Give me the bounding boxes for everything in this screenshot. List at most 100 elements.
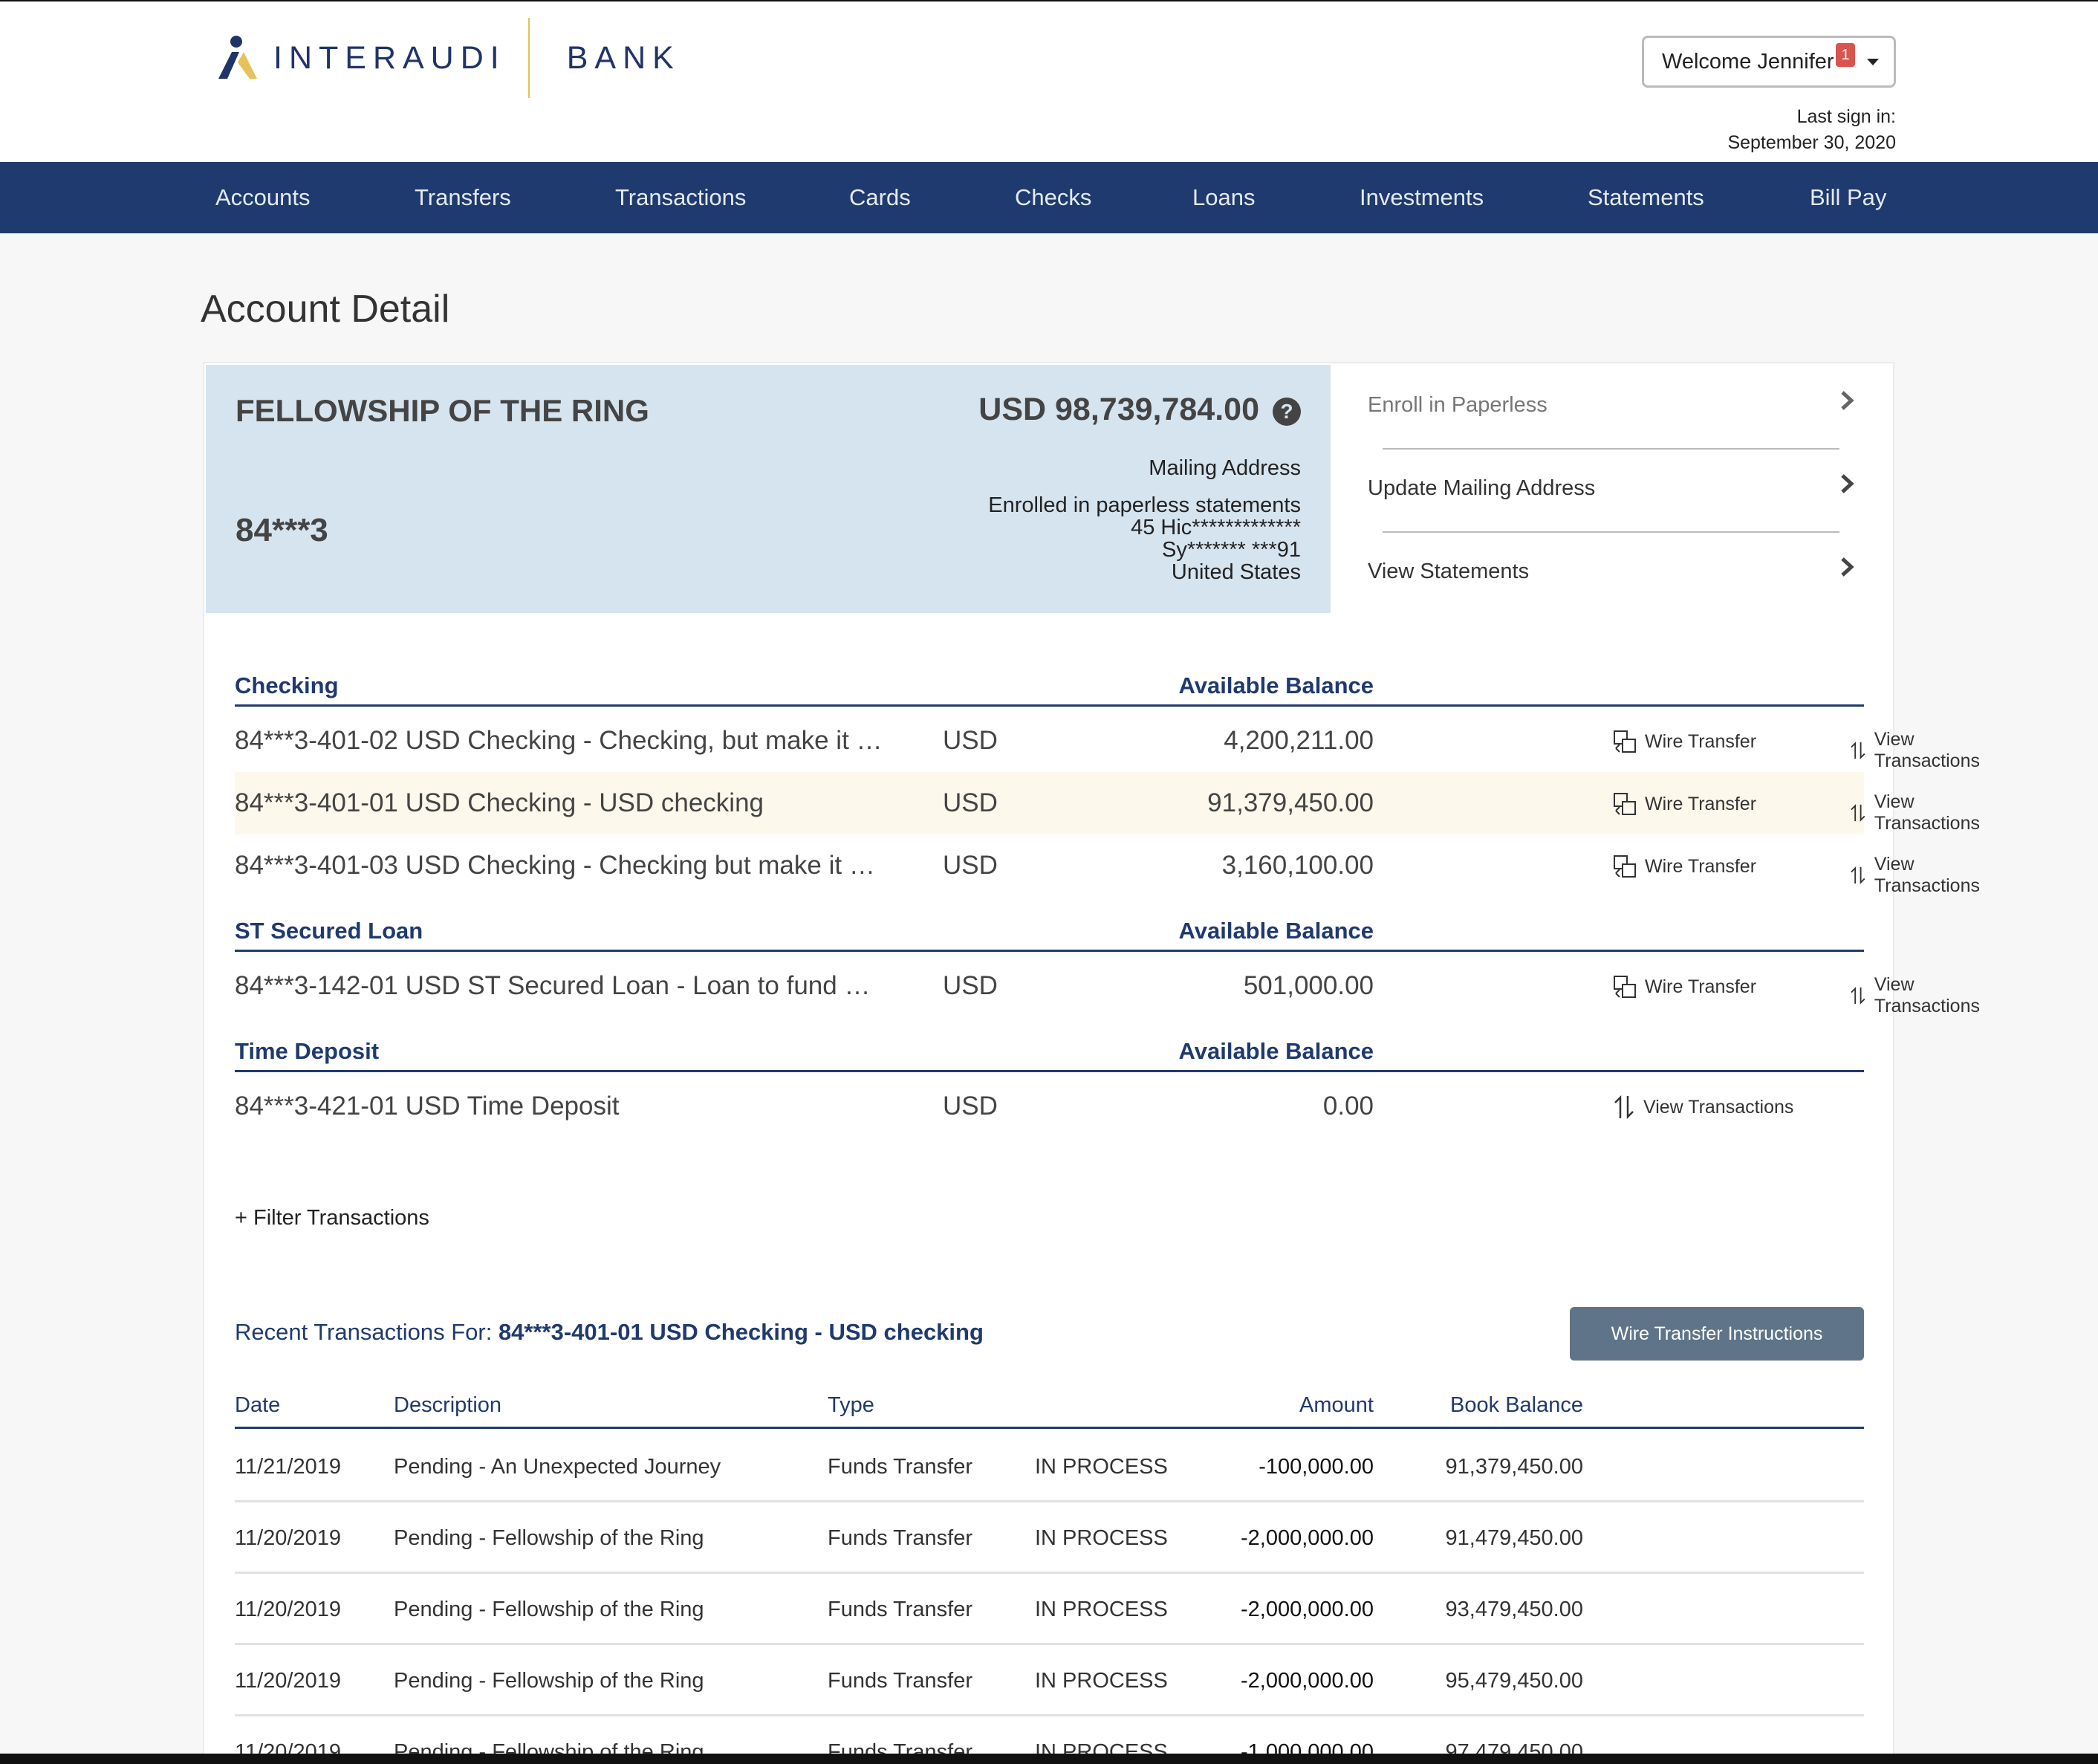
view-transactions-link[interactable]: View Transactions bbox=[1849, 729, 1986, 772]
transfer-arrows-icon bbox=[1851, 866, 1865, 884]
account-row-selected: 84***3-401-01 USD Checking - USD checkin… bbox=[235, 772, 1980, 834]
available-balance-header: Available Balance bbox=[1178, 1038, 1374, 1064]
chevron-right-icon bbox=[1841, 391, 1854, 410]
update-mailing-address-label: Update Mailing Address bbox=[1368, 476, 1596, 500]
account-link[interactable]: 84***3-401-03 USD Checking - Checking bu… bbox=[235, 851, 889, 881]
txn-amount: -100,000.00 bbox=[1259, 1455, 1374, 1479]
view-transactions-label: View Transactions bbox=[1874, 854, 1980, 896]
last-sign-in: Last sign in: September 30, 2020 bbox=[1727, 104, 1896, 156]
txn-description: Pending - An Unexpected Journey bbox=[394, 1455, 721, 1479]
account-row: 84***3-421-01 USD Time Deposit USD 0.00 … bbox=[235, 1075, 1864, 1138]
txn-book-balance: 91,479,450.00 bbox=[1445, 1526, 1583, 1550]
nav-bill-pay[interactable]: Bill Pay bbox=[1810, 162, 1886, 233]
wire-transfer-icon bbox=[1614, 976, 1636, 998]
account-detail-card: FELLOWSHIP OF THE RING 84***3 USD 98,739… bbox=[203, 362, 1980, 1764]
account-amount: 4,200,211.00 bbox=[1224, 726, 1374, 755]
logo-divider bbox=[527, 18, 530, 98]
help-icon[interactable]: ? bbox=[1273, 398, 1301, 426]
header: INTERAUDI BANK Welcome Jennifer 1 Last s… bbox=[0, 1, 2098, 162]
txn-amount: -2,000,000.00 bbox=[1241, 1669, 1374, 1693]
column-header-amount[interactable]: Amount bbox=[1299, 1393, 1374, 1418]
nav-checks[interactable]: Checks bbox=[1015, 162, 1091, 233]
account-row: 84***3-401-03 USD Checking - Checking bu… bbox=[235, 834, 1980, 897]
account-currency: USD bbox=[943, 726, 998, 755]
bank-logo[interactable]: INTERAUDI BANK bbox=[215, 18, 681, 98]
txn-amount: -2,000,000.00 bbox=[1241, 1526, 1374, 1550]
wire-transfer-label: Wire Transfer bbox=[1645, 855, 1757, 877]
recent-transactions-label: Recent Transactions For: bbox=[235, 1319, 498, 1345]
wire-transfer-icon bbox=[1614, 793, 1636, 815]
account-balance: USD 98,739,784.00 bbox=[978, 392, 1259, 427]
wire-transfer-icon bbox=[1614, 730, 1636, 753]
recent-transactions-heading: Recent Transactions For: 84***3-401-01 U… bbox=[235, 1319, 984, 1346]
nav-transfers[interactable]: Transfers bbox=[415, 162, 511, 233]
logo-name: INTERAUDI bbox=[273, 39, 506, 76]
nav-accounts[interactable]: Accounts bbox=[215, 162, 311, 233]
wire-transfer-label: Wire Transfer bbox=[1645, 793, 1757, 814]
txn-description: Pending - Fellowship of the Ring bbox=[394, 1669, 704, 1693]
bottom-border bbox=[0, 1754, 2098, 1764]
chevron-right-icon bbox=[1841, 474, 1854, 493]
txn-date: 11/20/2019 bbox=[235, 1669, 341, 1693]
txn-type: Funds Transfer bbox=[828, 1598, 973, 1621]
account-amount: 501,000.00 bbox=[1243, 971, 1374, 1000]
txn-type: Funds Transfer bbox=[828, 1526, 973, 1550]
user-menu-button[interactable]: Welcome Jennifer 1 bbox=[1642, 36, 1896, 88]
account-link[interactable]: 84***3-401-01 USD Checking - USD checkin… bbox=[235, 788, 889, 818]
column-header-description[interactable]: Description bbox=[394, 1393, 501, 1418]
view-statements-label: View Statements bbox=[1368, 560, 1530, 583]
wire-transfer-link[interactable]: Wire Transfer bbox=[1612, 791, 1756, 817]
transfer-arrows-icon bbox=[1614, 1095, 1634, 1120]
column-header-date[interactable]: Date bbox=[235, 1393, 280, 1418]
view-transactions-link[interactable]: View Transactions bbox=[1849, 791, 1986, 834]
filter-transactions-toggle[interactable]: + Filter Transactions bbox=[235, 1206, 429, 1230]
nav-statements[interactable]: Statements bbox=[1588, 162, 1704, 233]
wire-transfer-link[interactable]: Wire Transfer bbox=[1612, 854, 1756, 879]
column-header-type[interactable]: Type bbox=[828, 1393, 874, 1418]
txn-book-balance: 91,379,450.00 bbox=[1445, 1455, 1583, 1479]
wire-transfer-link[interactable]: Wire Transfer bbox=[1612, 729, 1756, 754]
txn-status: IN PROCESS bbox=[1035, 1455, 1168, 1479]
mailing-line: 45 Hic************* bbox=[1131, 516, 1301, 539]
nav-cards[interactable]: Cards bbox=[849, 162, 911, 233]
notification-badge: 1 bbox=[1836, 43, 1855, 67]
account-row: 84***3-401-02 USD Checking - Checking, b… bbox=[235, 710, 1980, 772]
nav-loans[interactable]: Loans bbox=[1192, 162, 1255, 233]
view-transactions-label: View Transactions bbox=[1874, 791, 1980, 834]
transfer-arrows-icon bbox=[1851, 804, 1865, 822]
table-row[interactable]: 11/20/2019 Pending - Fellowship of the R… bbox=[235, 1502, 1864, 1574]
nav-transactions[interactable]: Transactions bbox=[615, 162, 746, 233]
account-link[interactable]: 84***3-142-01 USD ST Secured Loan - Loan… bbox=[235, 971, 889, 1001]
view-transactions-label: View Transactions bbox=[1874, 974, 1980, 1016]
account-amount: 3,160,100.00 bbox=[1221, 851, 1374, 880]
section-title: Time Deposit bbox=[235, 1038, 380, 1064]
view-transactions-link[interactable]: View Transactions bbox=[1849, 974, 1986, 1017]
last-sign-in-label: Last sign in: bbox=[1796, 106, 1896, 127]
txn-status: IN PROCESS bbox=[1035, 1669, 1168, 1693]
transfer-arrows-icon bbox=[1851, 742, 1865, 759]
section-title: ST Secured Loan bbox=[235, 918, 423, 944]
table-row[interactable]: 11/21/2019 Pending - An Unexpected Journ… bbox=[235, 1431, 1864, 1502]
table-row[interactable]: 11/20/2019 Pending - Fellowship of the R… bbox=[235, 1574, 1864, 1645]
transfer-arrows-icon bbox=[1851, 987, 1865, 1005]
wire-transfer-link[interactable]: Wire Transfer bbox=[1612, 974, 1756, 999]
account-currency: USD bbox=[943, 971, 998, 1000]
account-link[interactable]: 84***3-401-02 USD Checking - Checking, b… bbox=[235, 726, 889, 756]
logo-bank: BANK bbox=[566, 39, 681, 76]
view-statements-link[interactable]: View Statements bbox=[1368, 531, 1873, 615]
txn-date: 11/20/2019 bbox=[235, 1526, 341, 1550]
enroll-paperless-link[interactable]: Enroll in Paperless bbox=[1368, 365, 1873, 448]
account-link[interactable]: 84***3-421-01 USD Time Deposit bbox=[235, 1092, 889, 1121]
txn-book-balance: 93,479,450.00 bbox=[1445, 1598, 1583, 1621]
view-transactions-link[interactable]: View Transactions bbox=[1849, 854, 1986, 897]
wire-transfer-instructions-button[interactable]: Wire Transfer Instructions bbox=[1570, 1307, 1864, 1361]
update-mailing-address-link[interactable]: Update Mailing Address bbox=[1368, 448, 1873, 531]
nav-investments[interactable]: Investments bbox=[1360, 162, 1484, 233]
enroll-paperless-label: Enroll in Paperless bbox=[1368, 393, 1547, 417]
table-row[interactable]: 11/20/2019 Pending - Fellowship of the R… bbox=[235, 1645, 1864, 1716]
main-nav: Accounts Transfers Transactions Cards Ch… bbox=[0, 162, 2098, 233]
transactions-table-header: Date Description Type Amount Book Balanc… bbox=[235, 1390, 1864, 1429]
view-transactions-link[interactable]: View Transactions bbox=[1612, 1095, 1793, 1120]
column-header-book-balance[interactable]: Book Balance bbox=[1450, 1393, 1583, 1418]
account-amount: 0.00 bbox=[1322, 1092, 1374, 1121]
